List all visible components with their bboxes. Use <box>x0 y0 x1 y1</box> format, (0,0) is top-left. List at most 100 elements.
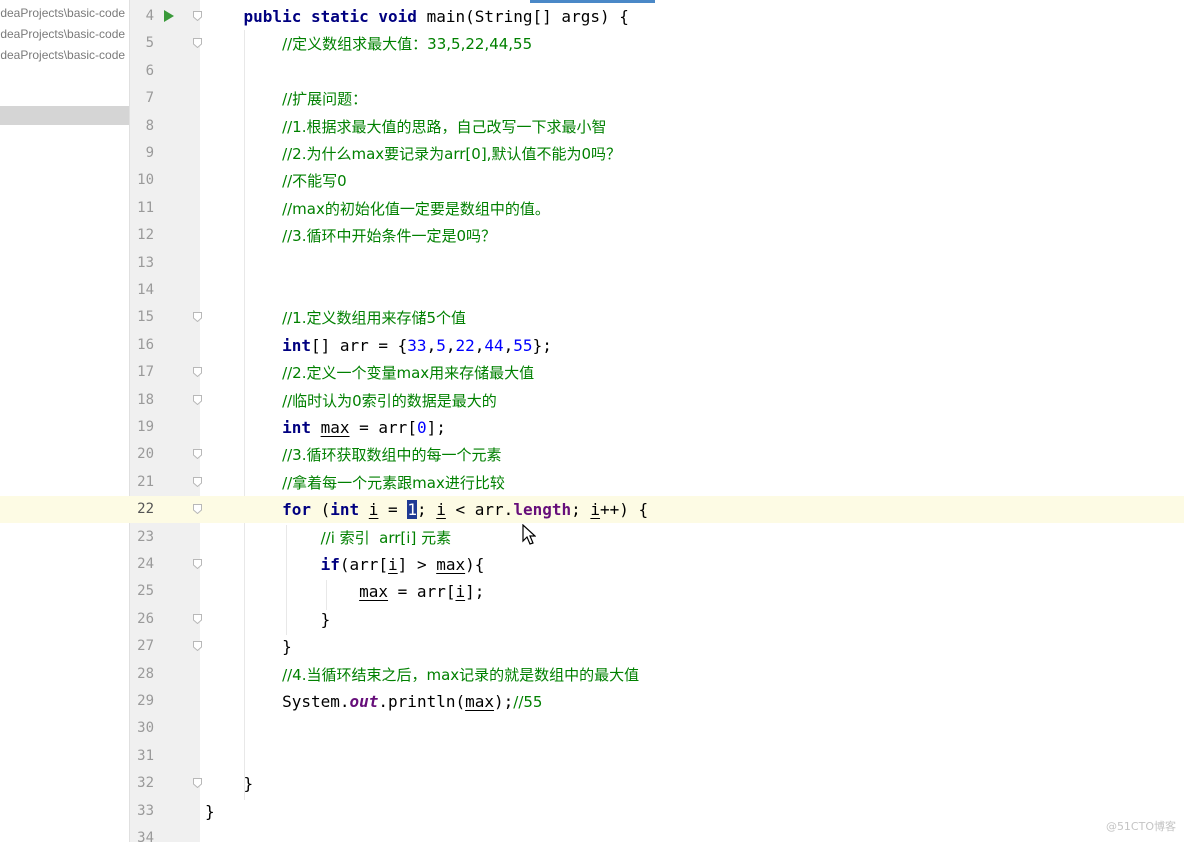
code-line[interactable]: 13 <box>0 250 1184 277</box>
code-text[interactable]: //1.定义数组用来存储5个值 <box>205 304 466 332</box>
code-line[interactable]: 6 <box>0 58 1184 85</box>
code-line[interactable]: 18 //临时认为0索引的数据是最大的 <box>0 387 1184 414</box>
line-number[interactable]: 23 <box>129 524 154 551</box>
code-line[interactable]: 4 public static void main(String[] args)… <box>0 3 1184 30</box>
code-text[interactable]: //i 索引 arr[i] 元素 <box>205 524 451 552</box>
fold-marker-icon[interactable] <box>193 504 202 515</box>
line-number[interactable]: 32 <box>129 770 154 797</box>
line-number[interactable]: 8 <box>129 113 154 140</box>
fold-marker-icon[interactable] <box>193 613 202 624</box>
line-number[interactable]: 11 <box>129 195 154 222</box>
line-number[interactable]: 12 <box>129 222 154 249</box>
code-line[interactable]: 8 //1.根据求最大值的思路，自己改写一下求最小智 <box>0 113 1184 140</box>
code-text[interactable]: //定义数组求最大值：33,5,22,44,55 <box>205 30 532 58</box>
code-text[interactable]: } <box>205 798 215 825</box>
line-number[interactable]: 28 <box>129 661 154 688</box>
code-line[interactable]: 23 //i 索引 arr[i] 元素 <box>0 524 1184 551</box>
code-text[interactable]: //1.根据求最大值的思路，自己改写一下求最小智 <box>205 113 606 141</box>
line-number[interactable]: 10 <box>129 167 154 194</box>
fold-marker-icon[interactable] <box>193 312 202 323</box>
line-number[interactable]: 19 <box>129 414 154 441</box>
code-line[interactable]: 16 int[] arr = {33,5,22,44,55}; <box>0 332 1184 359</box>
code-line[interactable]: 33} <box>0 798 1184 825</box>
code-text[interactable]: int max = arr[0]; <box>205 414 446 441</box>
code-text[interactable]: //max的初始化值一定要是数组中的值。 <box>205 195 550 223</box>
line-number[interactable]: 4 <box>129 3 154 30</box>
fold-marker-icon[interactable] <box>193 367 202 378</box>
line-number[interactable]: 18 <box>129 387 154 414</box>
line-number[interactable]: 26 <box>129 606 154 633</box>
fold-marker-icon[interactable] <box>193 449 202 460</box>
code-text[interactable]: } <box>205 633 292 660</box>
code-line[interactable]: 31 <box>0 743 1184 770</box>
code-line[interactable]: 20 //3.循环获取数组中的每一个元素 <box>0 441 1184 468</box>
code-text[interactable]: max = arr[i]; <box>205 578 484 605</box>
line-number[interactable]: 9 <box>129 140 154 167</box>
code-text[interactable]: } <box>205 606 331 633</box>
code-line[interactable]: 27 } <box>0 633 1184 660</box>
code-line[interactable]: 10 //不能写0 <box>0 167 1184 194</box>
line-number[interactable]: 29 <box>129 688 154 715</box>
line-number[interactable]: 31 <box>129 743 154 770</box>
fold-marker-icon[interactable] <box>193 778 202 789</box>
line-number[interactable]: 6 <box>129 58 154 85</box>
line-number[interactable]: 25 <box>129 578 154 605</box>
code-text[interactable]: //临时认为0索引的数据是最大的 <box>205 387 497 415</box>
code-text[interactable]: //2.为什么max要记录为arr[0],默认值不能为0吗？ <box>205 140 621 168</box>
line-number[interactable]: 30 <box>129 715 154 742</box>
code-line[interactable]: 15 //1.定义数组用来存储5个值 <box>0 304 1184 331</box>
line-number[interactable]: 15 <box>129 304 154 331</box>
code-line[interactable]: 29 System.out.println(max);//55 <box>0 688 1184 715</box>
code-text[interactable]: //3.循环获取数组中的每一个元素 <box>205 441 501 469</box>
code-text[interactable]: //不能写0 <box>205 167 347 195</box>
line-number[interactable]: 34 <box>129 825 154 852</box>
code-text[interactable]: int[] arr = {33,5,22,44,55}; <box>205 332 552 359</box>
fold-marker-icon[interactable] <box>193 38 202 49</box>
code-line[interactable]: 32 } <box>0 770 1184 797</box>
code-text[interactable]: //拿着每一个元素跟max进行比较 <box>205 469 505 497</box>
fold-marker-icon[interactable] <box>193 641 202 652</box>
code-line[interactable]: 19 int max = arr[0]; <box>0 414 1184 441</box>
code-line[interactable]: 30 <box>0 715 1184 742</box>
line-number[interactable]: 27 <box>129 633 154 660</box>
run-icon[interactable] <box>163 9 175 23</box>
code-line[interactable]: 5 //定义数组求最大值：33,5,22,44,55 <box>0 30 1184 57</box>
fold-marker-icon[interactable] <box>193 394 202 405</box>
code-line[interactable]: 17 //2.定义一个变量max用来存储最大值 <box>0 359 1184 386</box>
fold-marker-icon[interactable] <box>193 11 202 21</box>
line-number[interactable]: 20 <box>129 441 154 468</box>
code-text[interactable]: //扩展问题： <box>205 85 367 113</box>
code-line[interactable]: 11 //max的初始化值一定要是数组中的值。 <box>0 195 1184 222</box>
code-line[interactable]: 28 //4.当循环结束之后，max记录的就是数组中的最大值 <box>0 661 1184 688</box>
line-number[interactable]: 13 <box>129 250 154 277</box>
fold-marker-icon[interactable] <box>193 476 202 487</box>
code-text[interactable]: //4.当循环结束之后，max记录的就是数组中的最大值 <box>205 661 639 689</box>
code-text[interactable]: for (int i = 1; i < arr.length; i++) { <box>205 496 648 523</box>
code-text[interactable]: System.out.println(max);//55 <box>205 688 542 716</box>
line-number[interactable]: 14 <box>129 277 154 304</box>
code-line[interactable]: 21 //拿着每一个元素跟max进行比较 <box>0 469 1184 496</box>
line-number[interactable]: 16 <box>129 332 154 359</box>
code-line[interactable]: 14 <box>0 277 1184 304</box>
code-line[interactable]: 24 if(arr[i] > max){ <box>0 551 1184 578</box>
line-number[interactable]: 7 <box>129 85 154 112</box>
code-text[interactable]: //2.定义一个变量max用来存储最大值 <box>205 359 534 387</box>
code-text[interactable]: //3.循环中开始条件一定是0吗？ <box>205 222 496 250</box>
line-number[interactable]: 24 <box>129 551 154 578</box>
code-line[interactable]: 22 for (int i = 1; i < arr.length; i++) … <box>0 496 1184 524</box>
code-line[interactable]: 25 max = arr[i]; <box>0 578 1184 605</box>
code-line[interactable]: 12 //3.循环中开始条件一定是0吗？ <box>0 222 1184 249</box>
fold-marker-icon[interactable] <box>193 559 202 569</box>
code-text[interactable]: if(arr[i] > max){ <box>205 551 485 578</box>
line-number[interactable]: 33 <box>129 798 154 825</box>
code-line[interactable]: 9 //2.为什么max要记录为arr[0],默认值不能为0吗？ <box>0 140 1184 167</box>
code-line[interactable]: 7 //扩展问题： <box>0 85 1184 112</box>
line-number[interactable]: 22 <box>129 496 154 523</box>
line-number[interactable]: 5 <box>129 30 154 57</box>
code-text[interactable]: public static void main(String[] args) { <box>205 3 629 30</box>
code-line[interactable]: 34 <box>0 825 1184 852</box>
code-line[interactable]: 26 } <box>0 606 1184 633</box>
line-number[interactable]: 17 <box>129 359 154 386</box>
line-number[interactable]: 21 <box>129 469 154 496</box>
code-text[interactable]: } <box>205 770 254 797</box>
